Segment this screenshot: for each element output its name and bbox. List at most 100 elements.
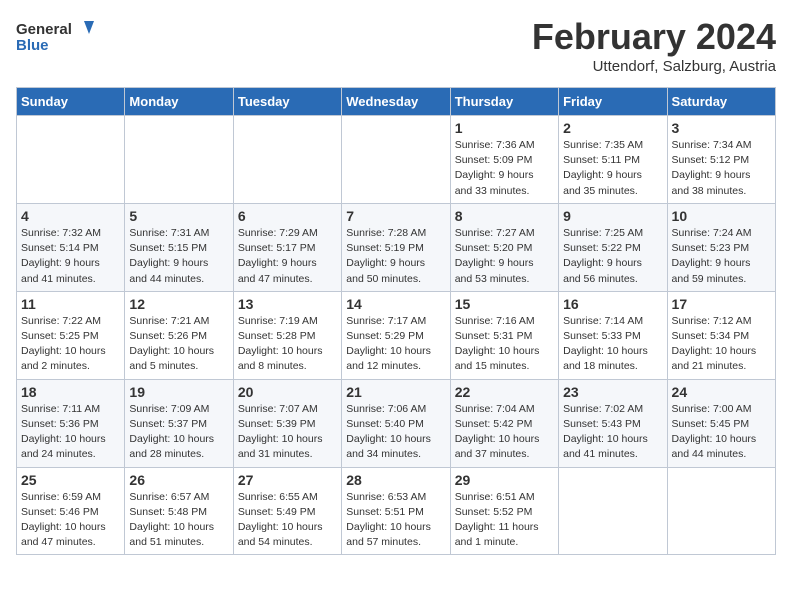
calendar-cell: 21Sunrise: 7:06 AM Sunset: 5:40 PM Dayli… [342, 379, 450, 467]
calendar-cell: 3Sunrise: 7:34 AM Sunset: 5:12 PM Daylig… [667, 116, 775, 204]
day-number: 20 [238, 384, 337, 400]
day-info: Sunrise: 7:07 AM Sunset: 5:39 PM Dayligh… [238, 402, 337, 463]
header-cell-sunday: Sunday [17, 88, 125, 116]
day-number: 10 [672, 208, 771, 224]
day-info: Sunrise: 7:27 AM Sunset: 5:20 PM Dayligh… [455, 226, 554, 287]
week-row: 4 Sunrise: 7:32 AM Sunset: 5:14 PM Daylig… [17, 203, 776, 291]
day-number: 11 [21, 296, 120, 312]
calendar-cell: 17 Sunrise: 7:12 AM Sunset: 5:34 PM Dayli… [667, 291, 775, 379]
day-number: 22 [455, 384, 554, 400]
day-info: Sunrise: 6:53 AM Sunset: 5:51 PM Dayligh… [346, 490, 445, 551]
day-number: 26 [129, 472, 228, 488]
main-title: February 2024 [532, 16, 776, 58]
calendar-cell: 28Sunrise: 6:53 AM Sunset: 5:51 PM Dayli… [342, 467, 450, 555]
day-number: 29 [455, 472, 554, 488]
calendar-cell: 29Sunrise: 6:51 AM Sunset: 5:52 PM Dayli… [450, 467, 558, 555]
header-cell-thursday: Thursday [450, 88, 558, 116]
calendar-cell: 7 Sunrise: 7:28 AM Sunset: 5:19 PM Daylig… [342, 203, 450, 291]
calendar-cell: 2 Sunrise: 7:35 AM Sunset: 5:11 PM Daylig… [559, 116, 667, 204]
logo-svg: General Blue [16, 16, 96, 61]
week-row: 18Sunrise: 7:11 AM Sunset: 5:36 PM Dayli… [17, 379, 776, 467]
day-info: Sunrise: 7:00 AM Sunset: 5:45 PM Dayligh… [672, 402, 771, 463]
day-info: Sunrise: 7:28 AM Sunset: 5:19 PM Dayligh… [346, 226, 445, 287]
calendar-table: SundayMondayTuesdayWednesdayThursdayFrid… [16, 87, 776, 555]
day-info: Sunrise: 7:32 AM Sunset: 5:14 PM Dayligh… [21, 226, 120, 287]
day-number: 17 [672, 296, 771, 312]
calendar-cell: 20 Sunrise: 7:07 AM Sunset: 5:39 PM Dayli… [233, 379, 341, 467]
calendar-body: 1 Sunrise: 7:36 AM Sunset: 5:09 PM Daylig… [17, 116, 776, 555]
calendar-cell: 6Sunrise: 7:29 AM Sunset: 5:17 PM Daylig… [233, 203, 341, 291]
calendar-cell: 27Sunrise: 6:55 AM Sunset: 5:49 PM Dayli… [233, 467, 341, 555]
header-cell-friday: Friday [559, 88, 667, 116]
calendar-cell [125, 116, 233, 204]
calendar-header: SundayMondayTuesdayWednesdayThursdayFrid… [17, 88, 776, 116]
calendar-cell: 23 Sunrise: 7:02 AM Sunset: 5:43 PM Dayli… [559, 379, 667, 467]
day-number: 6 [238, 208, 337, 224]
svg-text:General: General [16, 21, 72, 38]
day-info: Sunrise: 7:12 AM Sunset: 5:34 PM Dayligh… [672, 314, 771, 375]
day-number: 8 [455, 208, 554, 224]
day-number: 4 [21, 208, 120, 224]
calendar-cell [342, 116, 450, 204]
subtitle: Uttendorf, Salzburg, Austria [532, 58, 776, 75]
day-info: Sunrise: 7:14 AM Sunset: 5:33 PM Dayligh… [563, 314, 662, 375]
calendar-cell [233, 116, 341, 204]
day-info: Sunrise: 7:31 AM Sunset: 5:15 PM Dayligh… [129, 226, 228, 287]
calendar-cell: 18Sunrise: 7:11 AM Sunset: 5:36 PM Dayli… [17, 379, 125, 467]
day-number: 1 [455, 120, 554, 136]
day-info: Sunrise: 6:59 AM Sunset: 5:46 PM Dayligh… [21, 490, 120, 551]
day-info: Sunrise: 7:19 AM Sunset: 5:28 PM Dayligh… [238, 314, 337, 375]
day-info: Sunrise: 7:17 AM Sunset: 5:29 PM Dayligh… [346, 314, 445, 375]
day-number: 15 [455, 296, 554, 312]
day-number: 13 [238, 296, 337, 312]
day-info: Sunrise: 7:24 AM Sunset: 5:23 PM Dayligh… [672, 226, 771, 287]
calendar-cell: 22 Sunrise: 7:04 AM Sunset: 5:42 PM Dayli… [450, 379, 558, 467]
calendar-cell: 24 Sunrise: 7:00 AM Sunset: 5:45 PM Dayli… [667, 379, 775, 467]
week-row: 1 Sunrise: 7:36 AM Sunset: 5:09 PM Daylig… [17, 116, 776, 204]
header-cell-wednesday: Wednesday [342, 88, 450, 116]
calendar-cell: 11 Sunrise: 7:22 AM Sunset: 5:25 PM Dayli… [17, 291, 125, 379]
day-info: Sunrise: 7:02 AM Sunset: 5:43 PM Dayligh… [563, 402, 662, 463]
day-number: 16 [563, 296, 662, 312]
day-number: 7 [346, 208, 445, 224]
calendar-cell: 19Sunrise: 7:09 AM Sunset: 5:37 PM Dayli… [125, 379, 233, 467]
day-number: 19 [129, 384, 228, 400]
calendar-cell: 8 Sunrise: 7:27 AM Sunset: 5:20 PM Daylig… [450, 203, 558, 291]
day-number: 21 [346, 384, 445, 400]
day-info: Sunrise: 7:04 AM Sunset: 5:42 PM Dayligh… [455, 402, 554, 463]
calendar-cell [667, 467, 775, 555]
day-number: 23 [563, 384, 662, 400]
week-row: 11 Sunrise: 7:22 AM Sunset: 5:25 PM Dayli… [17, 291, 776, 379]
calendar-cell [17, 116, 125, 204]
logo: General Blue [16, 16, 96, 61]
calendar-cell: 12 Sunrise: 7:21 AM Sunset: 5:26 PM Dayli… [125, 291, 233, 379]
week-row: 25 Sunrise: 6:59 AM Sunset: 5:46 PM Dayli… [17, 467, 776, 555]
header-cell-tuesday: Tuesday [233, 88, 341, 116]
page-header: General Blue February 2024 Uttendorf, Sa… [16, 16, 776, 75]
calendar-cell: 16 Sunrise: 7:14 AM Sunset: 5:33 PM Dayli… [559, 291, 667, 379]
svg-text:Blue: Blue [16, 37, 49, 54]
calendar-cell [559, 467, 667, 555]
calendar-cell: 13 Sunrise: 7:19 AM Sunset: 5:28 PM Dayli… [233, 291, 341, 379]
day-number: 2 [563, 120, 662, 136]
calendar-cell: 5Sunrise: 7:31 AM Sunset: 5:15 PM Daylig… [125, 203, 233, 291]
day-info: Sunrise: 6:55 AM Sunset: 5:49 PM Dayligh… [238, 490, 337, 551]
day-info: Sunrise: 7:35 AM Sunset: 5:11 PM Dayligh… [563, 138, 662, 199]
day-info: Sunrise: 7:21 AM Sunset: 5:26 PM Dayligh… [129, 314, 228, 375]
day-number: 25 [21, 472, 120, 488]
day-number: 3 [672, 120, 771, 136]
calendar-cell: 14Sunrise: 7:17 AM Sunset: 5:29 PM Dayli… [342, 291, 450, 379]
calendar-cell: 1 Sunrise: 7:36 AM Sunset: 5:09 PM Daylig… [450, 116, 558, 204]
day-info: Sunrise: 7:16 AM Sunset: 5:31 PM Dayligh… [455, 314, 554, 375]
title-area: February 2024 Uttendorf, Salzburg, Austr… [532, 16, 776, 75]
day-info: Sunrise: 7:22 AM Sunset: 5:25 PM Dayligh… [21, 314, 120, 375]
day-info: Sunrise: 7:36 AM Sunset: 5:09 PM Dayligh… [455, 138, 554, 199]
day-number: 24 [672, 384, 771, 400]
day-number: 12 [129, 296, 228, 312]
calendar-cell: 15 Sunrise: 7:16 AM Sunset: 5:31 PM Dayli… [450, 291, 558, 379]
day-number: 18 [21, 384, 120, 400]
header-cell-saturday: Saturday [667, 88, 775, 116]
header-cell-monday: Monday [125, 88, 233, 116]
calendar-cell: 9Sunrise: 7:25 AM Sunset: 5:22 PM Daylig… [559, 203, 667, 291]
day-number: 9 [563, 208, 662, 224]
